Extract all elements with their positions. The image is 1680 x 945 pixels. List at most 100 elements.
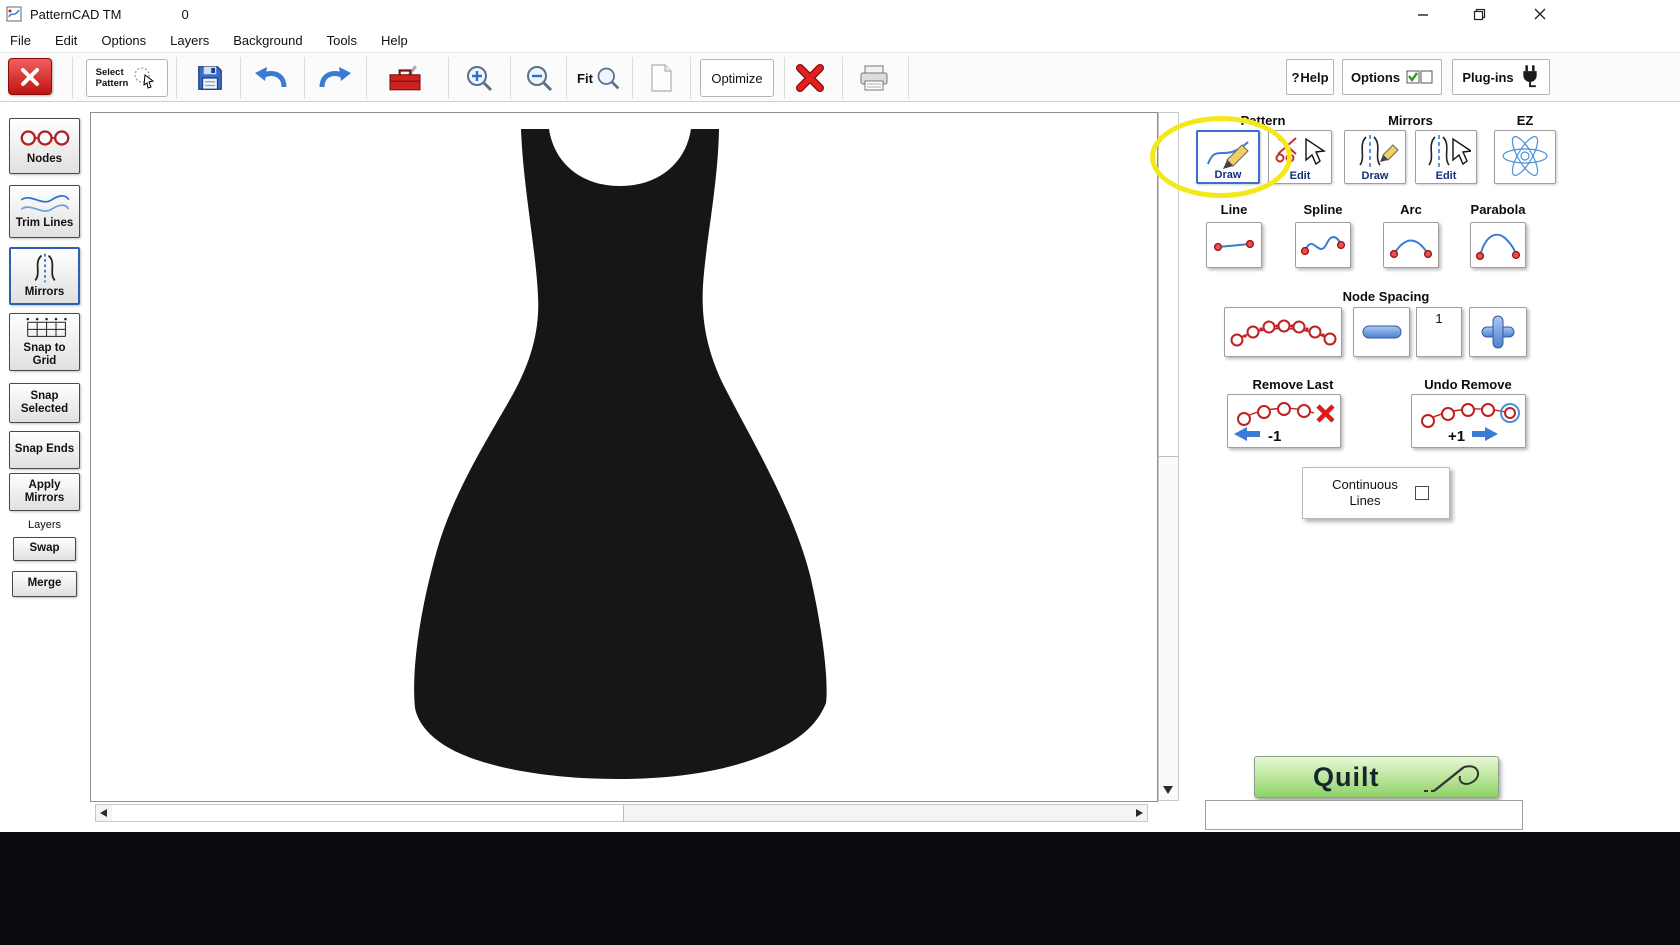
toolbar-separator — [448, 57, 449, 99]
grid-icon — [17, 316, 73, 340]
sidebar-item-label: Apply Mirrors — [12, 479, 77, 505]
toolbar-separator — [690, 57, 691, 99]
node-spacing-value[interactable]: 1 — [1416, 307, 1462, 357]
sidebar-item-snap-ends[interactable]: Snap Ends — [9, 431, 80, 469]
mirror-cursor-icon — [1421, 133, 1471, 169]
continuous-lines-panel: Continuous Lines — [1302, 467, 1450, 519]
parabola-tool-button[interactable] — [1470, 222, 1526, 268]
mirrors-section-header: Mirrors — [1344, 113, 1477, 128]
options-label: Options — [1351, 70, 1400, 85]
node-spacing-preview-button[interactable] — [1224, 307, 1342, 357]
menu-edit[interactable]: Edit — [55, 33, 77, 48]
sidebar-item-snap-to-grid[interactable]: Snap to Grid — [9, 313, 80, 371]
toolbox-icon — [386, 63, 424, 93]
quilt-button[interactable]: Quilt — [1254, 756, 1499, 798]
minimize-icon — [1417, 8, 1429, 20]
optimize-button[interactable]: Optimize — [700, 59, 774, 97]
optimize-label: Optimize — [711, 71, 762, 86]
mirrors-edit-label: Edit — [1416, 170, 1476, 182]
toolbar-separator — [176, 57, 177, 99]
sidebar-item-label: Trim Lines — [16, 217, 74, 230]
pattern-section-header: Pattern — [1196, 113, 1330, 128]
patterncad-window: PatternCAD TM 0 File Edit Options Layers… — [0, 0, 1680, 945]
select-pattern-icon — [132, 65, 158, 91]
plugins-label: Plug-ins — [1462, 70, 1513, 85]
pattern-edit-button[interactable]: Edit — [1268, 130, 1332, 184]
new-page-button[interactable] — [640, 59, 682, 97]
sidebar-item-label: Nodes — [27, 153, 62, 166]
title-bar: PatternCAD TM 0 — [0, 0, 1680, 28]
toolbox-button[interactable] — [378, 59, 432, 97]
node-spacing-decrease-button[interactable] — [1353, 307, 1410, 357]
horizontal-scrollbar[interactable] — [95, 804, 1148, 822]
zoom-in-button[interactable] — [458, 59, 500, 97]
horizontal-scrollbar-thumb[interactable] — [112, 805, 624, 821]
undo-remove-button[interactable]: +1 — [1411, 394, 1526, 448]
undo-remove-icon — [1414, 397, 1524, 445]
arc-tool-button[interactable] — [1383, 222, 1439, 268]
menu-background[interactable]: Background — [233, 33, 302, 48]
save-button[interactable] — [188, 59, 232, 97]
mirrors-edit-button[interactable]: Edit — [1415, 130, 1477, 184]
undo-button[interactable] — [248, 59, 296, 97]
fit-button[interactable]: Fit — [572, 59, 626, 97]
options-button[interactable]: Options — [1342, 59, 1442, 95]
sidebar-item-nodes[interactable]: Nodes — [9, 118, 80, 174]
fit-zoom-icon — [595, 65, 621, 91]
pattern-draw-button[interactable]: Draw — [1196, 130, 1260, 184]
merge-layers-button[interactable]: Merge — [12, 571, 77, 597]
undo-remove-delta: +1 — [1448, 428, 1465, 445]
remove-last-delta: -1 — [1268, 428, 1281, 445]
swap-layers-button[interactable]: Swap — [13, 537, 76, 561]
scroll-right-arrow[interactable] — [1136, 809, 1143, 817]
sidebar-item-trim-lines[interactable]: Trim Lines — [9, 185, 80, 238]
menu-layers[interactable]: Layers — [170, 33, 209, 48]
ez-pattern-button[interactable] — [1494, 130, 1556, 184]
pattern-edit-label: Edit — [1269, 170, 1331, 182]
plug-icon — [1520, 64, 1540, 90]
menu-help[interactable]: Help — [381, 33, 408, 48]
sidebar-item-mirrors[interactable]: Mirrors — [9, 247, 80, 305]
close-window-button[interactable] — [1514, 0, 1566, 28]
menu-file[interactable]: File — [10, 33, 31, 48]
node-spacing-increase-button[interactable] — [1469, 307, 1527, 357]
scroll-down-arrow[interactable] — [1163, 786, 1173, 794]
remove-last-button[interactable]: -1 — [1227, 394, 1341, 448]
help-button[interactable]: ? Help — [1286, 59, 1334, 95]
vertical-scrollbar-thumb[interactable] — [1159, 113, 1178, 457]
restore-button[interactable] — [1456, 0, 1502, 28]
mirrors-draw-button[interactable]: Draw — [1344, 130, 1406, 184]
zoom-out-button[interactable] — [518, 59, 560, 97]
sidebar-item-snap-selected[interactable]: Snap Selected — [9, 383, 80, 423]
minus-icon — [1361, 323, 1403, 341]
vertical-scrollbar[interactable] — [1158, 112, 1179, 801]
line-curve-icon — [1210, 227, 1258, 263]
delete-button[interactable] — [790, 59, 830, 97]
exit-x-icon — [19, 66, 41, 88]
sidebar-item-apply-mirrors[interactable]: Apply Mirrors — [9, 473, 80, 511]
continuous-lines-checkbox[interactable] — [1415, 486, 1429, 500]
status-box — [1205, 800, 1523, 830]
scroll-left-arrow[interactable] — [100, 809, 107, 817]
help-question-mark: ? — [1291, 70, 1299, 85]
menu-tools[interactable]: Tools — [327, 33, 357, 48]
left-tool-sidebar: Nodes Trim Lines Mirrors — [0, 102, 89, 832]
scissors-cursor-icon — [1274, 133, 1326, 169]
sidebar-item-label: Mirrors — [25, 286, 65, 299]
exit-button[interactable] — [8, 58, 52, 95]
select-pattern-button[interactable]: Select Pattern — [86, 59, 168, 97]
line-tool-button[interactable] — [1206, 222, 1262, 268]
plugins-button[interactable]: Plug-ins — [1452, 59, 1550, 95]
toolbar-separator — [632, 57, 633, 99]
menu-options[interactable]: Options — [101, 33, 146, 48]
print-button[interactable] — [850, 59, 898, 97]
mirrors-icon — [17, 252, 73, 284]
menu-bar: File Edit Options Layers Background Tool… — [0, 28, 1680, 52]
redo-button[interactable] — [310, 59, 358, 97]
restore-icon — [1473, 8, 1486, 21]
minimize-button[interactable] — [1400, 0, 1446, 28]
spline-tool-button[interactable] — [1295, 222, 1351, 268]
toolbar-separator — [566, 57, 567, 99]
drawing-canvas[interactable] — [90, 112, 1158, 802]
plus-icon — [1479, 313, 1517, 351]
